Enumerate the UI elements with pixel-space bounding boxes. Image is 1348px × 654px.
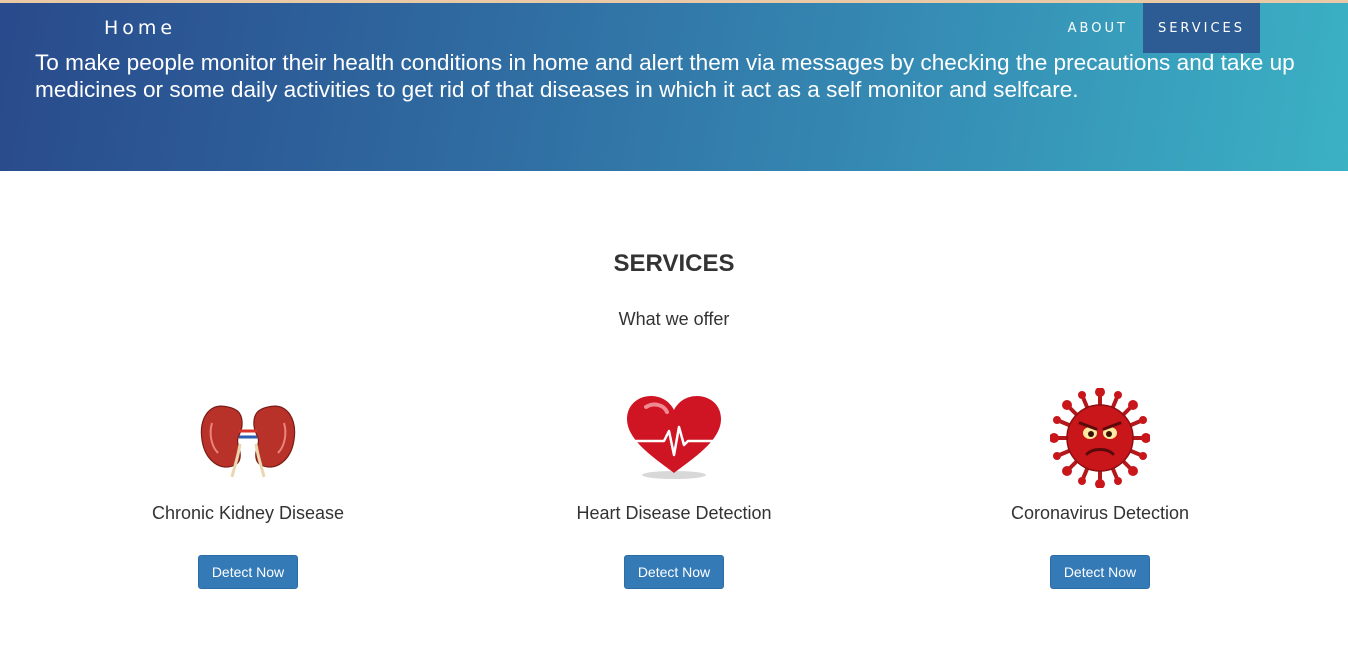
- hero-banner: Home ABOUT SERVICES To make people monit…: [0, 3, 1348, 171]
- services-title: SERVICES: [613, 250, 735, 277]
- nav-item-services[interactable]: SERVICES: [1142, 3, 1260, 53]
- heart-icon: [494, 385, 854, 491]
- mission-statement: To make people monitor their health cond…: [35, 50, 1295, 102]
- brand-home-link[interactable]: Home: [104, 17, 176, 39]
- kidney-icon: [68, 385, 428, 491]
- service-label: Chronic Kidney Disease: [151, 503, 345, 523]
- coronavirus-icon: [920, 385, 1280, 491]
- service-label: Heart Disease Detection: [576, 503, 772, 523]
- service-label: Coronavirus Detection: [1010, 503, 1190, 523]
- main-nav: ABOUT SERVICES: [1053, 3, 1260, 53]
- service-card-coronavirus: Coronavirus Detection Detect Now: [920, 385, 1280, 589]
- nav-item-about[interactable]: ABOUT: [1053, 3, 1143, 53]
- service-card-kidney: Chronic Kidney Disease Detect Now: [68, 385, 428, 589]
- service-card-heart: Heart Disease Detection Detect Now: [494, 385, 854, 589]
- detect-now-button[interactable]: Detect Now: [624, 555, 724, 589]
- detect-now-button[interactable]: Detect Now: [198, 555, 298, 589]
- detect-now-button[interactable]: Detect Now: [1050, 555, 1150, 589]
- services-subtitle: What we offer: [618, 309, 730, 329]
